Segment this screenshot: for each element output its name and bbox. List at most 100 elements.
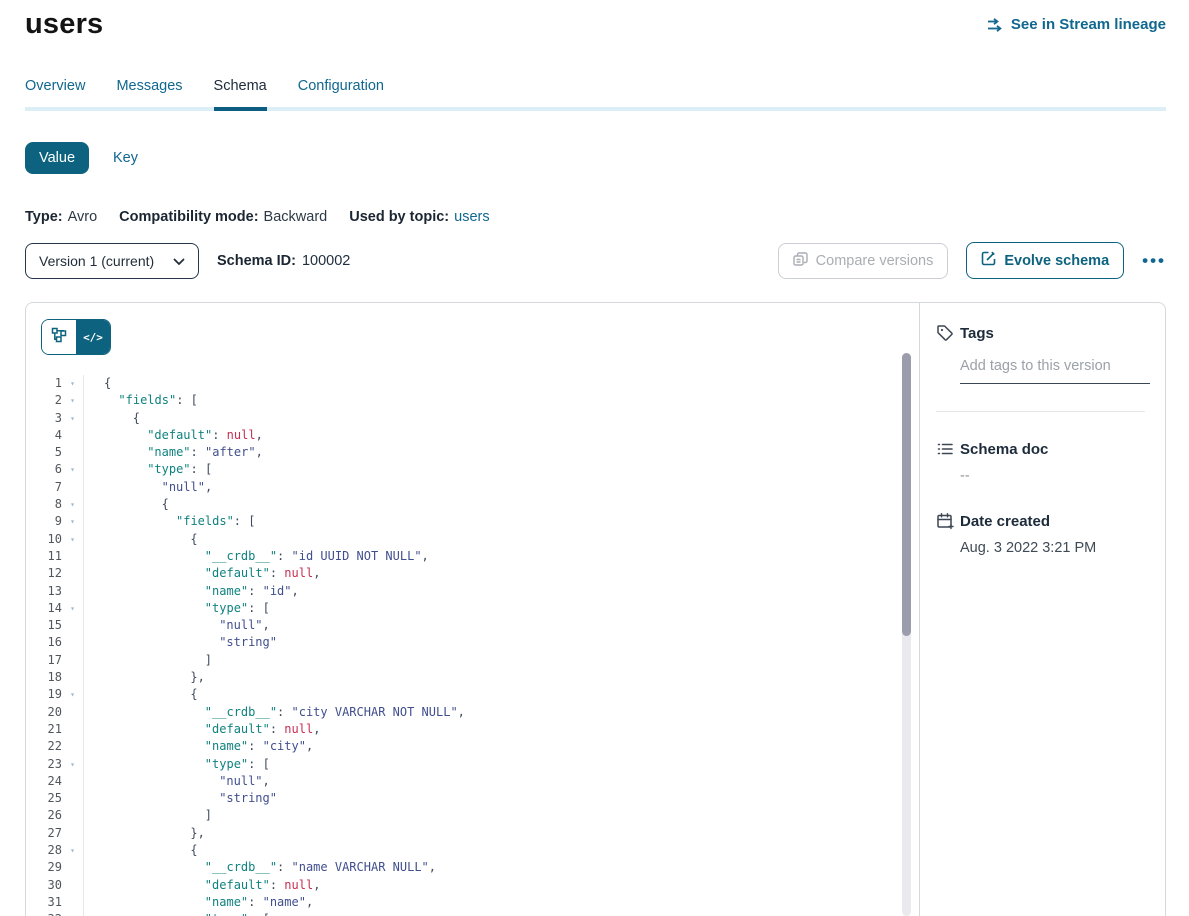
tree-view-button[interactable] [42, 320, 76, 354]
line-number: 17 [26, 652, 62, 669]
code-text: ] [84, 807, 919, 824]
code-line: 13"name": "id", [26, 583, 919, 600]
line-number: 32 [26, 911, 62, 916]
code-line: 1▾{ [26, 375, 919, 392]
date-created-section-header: Date created [936, 512, 1147, 530]
code-line: 26] [26, 807, 919, 824]
fold-gutter [62, 565, 84, 582]
line-number: 20 [26, 704, 62, 721]
fold-gutter [62, 669, 84, 686]
code-line: 2▾"fields": [ [26, 392, 919, 409]
line-number: 22 [26, 738, 62, 755]
code-text: "default": null, [84, 565, 919, 582]
line-number: 12 [26, 565, 62, 582]
topic-link[interactable]: users [454, 209, 489, 225]
code-line: 23▾"type": [ [26, 756, 919, 773]
code-line: 25"string" [26, 790, 919, 807]
code-text: "type": [ [84, 461, 919, 478]
tab-messages[interactable]: Messages [116, 78, 182, 111]
schema-sidebar: Tags Schema doc -- [919, 303, 1165, 916]
code-line: 20"__crdb__": "city VARCHAR NOT NULL", [26, 704, 919, 721]
fold-gutter [62, 704, 84, 721]
compare-versions-button[interactable]: Compare versions [778, 243, 949, 279]
fold-toggle-icon[interactable]: ▾ [62, 496, 84, 513]
fold-gutter [62, 479, 84, 496]
fold-toggle-icon[interactable]: ▾ [62, 392, 84, 409]
code-text: "string" [84, 790, 919, 807]
fold-toggle-icon[interactable]: ▾ [62, 600, 84, 617]
code-line: 12 "default": null, [26, 565, 919, 582]
tab-configuration[interactable]: Configuration [298, 78, 384, 111]
code-view-icon: </> [83, 331, 103, 344]
line-number: 19 [26, 686, 62, 703]
fold-toggle-icon[interactable]: ▾ [62, 513, 84, 530]
compatibility-value: Backward [264, 209, 328, 225]
fold-toggle-icon[interactable]: ▾ [62, 375, 84, 392]
schema-id-label: Schema ID: [217, 253, 296, 269]
code-text: "null", [84, 617, 919, 634]
line-number: 18 [26, 669, 62, 686]
code-text: "__crdb__": "id UUID NOT NULL", [84, 548, 919, 565]
stream-lineage-link[interactable]: See in Stream lineage [987, 16, 1166, 33]
code-text: "name": "id", [84, 583, 919, 600]
fold-gutter [62, 634, 84, 651]
tab-schema[interactable]: Schema [214, 78, 267, 111]
fold-gutter [62, 825, 84, 842]
compare-versions-icon [793, 252, 808, 270]
fold-toggle-icon[interactable]: ▾ [62, 911, 84, 916]
value-toggle-button[interactable]: Value [25, 142, 89, 174]
fold-toggle-icon[interactable]: ▾ [62, 842, 84, 859]
code-line: 7"null", [26, 479, 919, 496]
version-select[interactable]: Version 1 (current) [25, 243, 199, 279]
evolve-schema-button[interactable]: Evolve schema [966, 242, 1124, 279]
code-line: 6▾"type": [ [26, 461, 919, 478]
line-number: 14 [26, 600, 62, 617]
code-view-button[interactable]: </> [76, 320, 110, 354]
fold-gutter [62, 652, 84, 669]
calendar-icon [936, 512, 954, 530]
fold-toggle-icon[interactable]: ▾ [62, 410, 84, 427]
schema-code-pane: </> 1▾{2▾"fields": [3▾{4"default": null,… [26, 303, 919, 916]
code-line: 17] [26, 652, 919, 669]
schema-meta: Type: Avro Compatibility mode: Backward … [25, 209, 1166, 225]
fold-gutter [62, 877, 84, 894]
code-text: "type": [ [84, 911, 919, 916]
line-number: 30 [26, 877, 62, 894]
fold-toggle-icon[interactable]: ▾ [62, 686, 84, 703]
editor-scrollbar [902, 353, 911, 916]
fold-gutter [62, 617, 84, 634]
line-number: 29 [26, 859, 62, 876]
type-value: Avro [68, 209, 98, 225]
schema-json-editor: 1▾{2▾"fields": [3▾{4"default": null,5"na… [26, 375, 919, 916]
more-actions-button[interactable]: ••• [1142, 252, 1166, 269]
fold-toggle-icon[interactable]: ▾ [62, 756, 84, 773]
add-tags-input[interactable] [960, 358, 1150, 384]
code-text: "__crdb__": "name VARCHAR NULL", [84, 859, 919, 876]
schema-id-value: 100002 [302, 253, 350, 269]
fold-gutter [62, 790, 84, 807]
code-line: 28▾{ [26, 842, 919, 859]
line-number: 7 [26, 479, 62, 496]
tab-overview[interactable]: Overview [25, 78, 85, 111]
code-text: "default": null, [84, 427, 919, 444]
view-mode-toggle: </> [41, 319, 111, 355]
code-text: "type": [ [84, 756, 919, 773]
code-text: "type": [ [84, 600, 919, 617]
tab-bar: Overview Messages Schema Configuration [25, 78, 1166, 111]
line-number: 6 [26, 461, 62, 478]
line-number: 10 [26, 531, 62, 548]
code-text: { [84, 686, 919, 703]
chevron-down-icon [173, 253, 185, 269]
fold-toggle-icon[interactable]: ▾ [62, 531, 84, 548]
editor-scrollbar-thumb[interactable] [902, 353, 911, 636]
code-lines: 1▾{2▾"fields": [3▾{4"default": null,5"na… [26, 375, 919, 916]
key-toggle-button[interactable]: Key [113, 150, 138, 166]
used-by-topic-label: Used by topic: [349, 209, 449, 225]
code-line: 4"default": null, [26, 427, 919, 444]
fold-toggle-icon[interactable]: ▾ [62, 461, 84, 478]
code-text: "name": "city", [84, 738, 919, 755]
line-number: 2 [26, 392, 62, 409]
code-text: "default": null, [84, 877, 919, 894]
edit-icon [981, 251, 996, 270]
fold-gutter [62, 444, 84, 461]
